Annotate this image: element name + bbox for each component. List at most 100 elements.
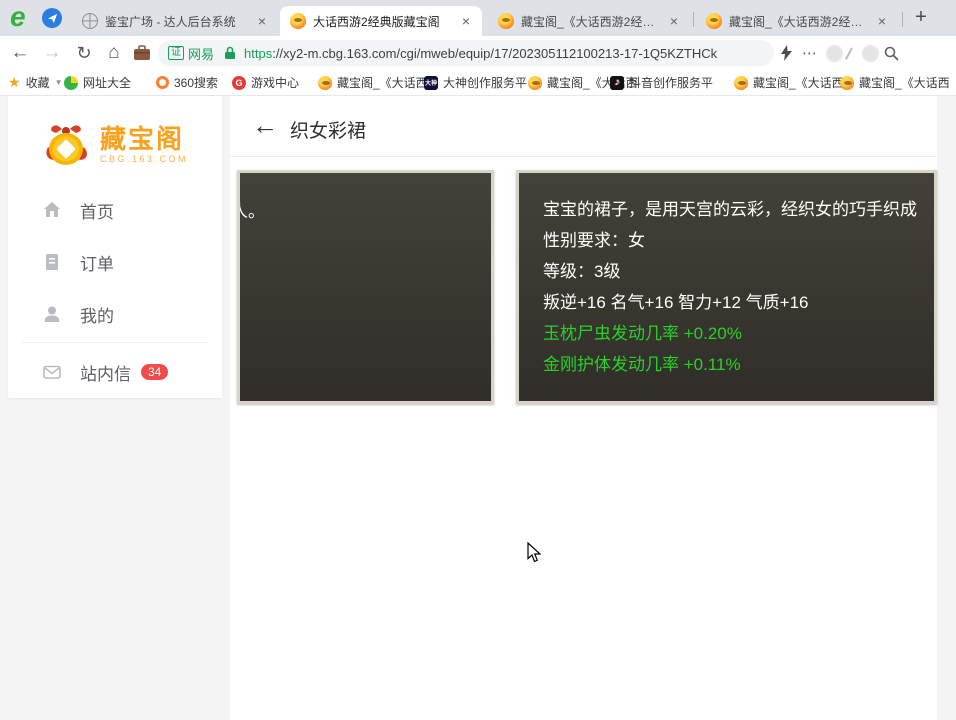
cbg-logo[interactable]: 藏宝阁 CBG.163.COM <box>8 112 222 178</box>
more-menu-button[interactable]: ⋯ <box>802 36 817 70</box>
bookmark-label: 网址大全 <box>83 76 132 90</box>
briefcase-glyph <box>134 45 150 60</box>
bookmark-label: 游戏中心 <box>251 76 300 90</box>
edit-icon[interactable] <box>845 36 853 70</box>
item-stats: 叛逆+16 名气+16 智力+12 气质+16 <box>543 293 809 312</box>
bookmark-item[interactable]: 网址大全 <box>64 70 131 95</box>
tab-title: 藏宝阁_《大话西游2经典版》 <box>729 14 868 29</box>
magnifier-glyph <box>884 46 899 61</box>
briefcase-icon[interactable] <box>130 36 154 70</box>
monkey-favicon <box>734 75 748 90</box>
bookmark-label: 360搜索 <box>174 76 219 90</box>
monkey-favicon <box>290 13 306 29</box>
tab-title: 藏宝阁_《大话西游2经典版》 <box>521 14 660 29</box>
extension-icon[interactable] <box>826 36 843 70</box>
sidebar-item-label: 订单 <box>80 254 114 274</box>
item-skill-proc-1: 玉枕尸虫发动几率 +0.20% <box>543 324 742 343</box>
sidebar-item-orders[interactable]: 订单 <box>8 244 222 280</box>
back-button[interactable]: ← <box>8 36 32 70</box>
url-field[interactable]: 证 网易 https://xy2-m.cbg.163.com/cgi/mweb/… <box>158 40 774 66</box>
tab-bar: e 鉴宝广场 - 达人后台系统 × 大话西游2经典版藏宝阁 × 藏宝阁_《大话西… <box>0 0 956 36</box>
tab-separator <box>693 12 694 27</box>
search-ring-icon <box>156 76 169 89</box>
lock-icon <box>225 46 236 59</box>
bookmark-item[interactable]: 藏宝阁_《大话西 <box>840 70 950 95</box>
close-icon[interactable]: × <box>458 13 474 29</box>
sidebar: 藏宝阁 CBG.163.COM 首页 订单 我的 站内信 34 <box>8 96 222 398</box>
browser-logo-icon[interactable]: e <box>10 1 26 33</box>
tab-dhxy2-cbg-active[interactable]: 大话西游2经典版藏宝阁 × <box>280 6 482 36</box>
close-icon[interactable]: × <box>666 13 682 29</box>
search-icon[interactable] <box>884 36 899 70</box>
sidebar-item-home[interactable]: 首页 <box>8 192 222 228</box>
bookmark-item[interactable]: 藏宝阁_《大话西 <box>734 70 844 95</box>
nav-site-icon <box>64 75 78 90</box>
url-scheme: https <box>244 45 273 61</box>
monkey-favicon <box>840 75 854 90</box>
browser-window: e 鉴宝广场 - 达人后台系统 × 大话西游2经典版藏宝阁 × 藏宝阁_《大话西… <box>0 0 956 720</box>
address-bar: ← → ↻ ⌂ 证 网易 https://xy2-m.cbg.163.com/c… <box>0 36 956 98</box>
main-panel: ← 织女彩裙 人。 宝宝的裙子，是用天宫的云彩，经织女的巧手织成 性别要求：女 … <box>230 96 937 720</box>
back-arrow-icon[interactable]: ← <box>252 110 278 140</box>
bookmarks-bar: ★ 收藏 ▼ 网址大全 360搜索 G 游戏中心 藏宝阁_《大话西 大神 大神创… <box>0 70 956 96</box>
tab-appraisal-plaza[interactable]: 鉴宝广场 - 达人后台系统 × <box>72 6 278 36</box>
mouse-cursor <box>527 542 541 563</box>
item-gender-req: 性别要求：女 <box>543 231 645 250</box>
bookmark-item[interactable]: 360搜索 <box>156 70 218 95</box>
globe-icon <box>82 13 98 29</box>
logo-subtitle: CBG.163.COM <box>99 154 189 164</box>
chevron-down-icon: ▼ <box>54 78 63 87</box>
item-skill-proc-2: 金刚护体发动几率 +0.11% <box>543 355 741 374</box>
new-tab-button[interactable]: + <box>908 5 934 31</box>
close-icon[interactable]: × <box>874 13 890 29</box>
user-icon <box>44 306 60 322</box>
url-text: https://xy2-m.cbg.163.com/cgi/mweb/equip… <box>244 46 717 61</box>
lightning-glyph <box>781 45 792 61</box>
tab-title: 鉴宝广场 - 达人后台系统 <box>105 14 236 29</box>
sidebar-item-label: 站内信 <box>80 364 131 384</box>
home-icon <box>44 202 60 217</box>
sidebar-item-label: 首页 <box>80 202 114 222</box>
order-icon <box>46 254 58 270</box>
forward-button[interactable]: → <box>40 36 64 70</box>
sidebar-item-messages[interactable]: 站内信 34 <box>8 354 222 390</box>
bookmark-label: 大神创作服务平 <box>443 76 528 90</box>
bookmark-label: 抖音创作服务平 <box>629 76 714 90</box>
tab-separator <box>902 12 903 27</box>
star-icon: ★ <box>8 74 21 90</box>
sidebar-item-label: 我的 <box>80 306 114 326</box>
monkey-favicon <box>318 75 332 90</box>
douyin-icon: ♪ <box>610 75 624 90</box>
bookmark-item[interactable]: 大神 大神创作服务平 <box>424 70 527 95</box>
bookmark-label: 藏宝阁_《大话西 <box>859 76 950 90</box>
close-icon[interactable]: × <box>254 13 270 29</box>
tab-cbg-4[interactable]: 藏宝阁_《大话西游2经典版》 × <box>696 6 898 36</box>
tab-title: 大话西游2经典版藏宝阁 <box>313 14 440 29</box>
logo-text: 藏宝阁 CBG.163.COM <box>100 126 188 164</box>
monkey-favicon <box>528 75 542 90</box>
bookmark-item[interactable]: G 游戏中心 <box>232 70 299 95</box>
bookmark-favorites[interactable]: ★ 收藏 ▼ <box>8 70 63 95</box>
logo-title: 藏宝阁 <box>99 124 184 154</box>
paper-plane-icon <box>47 13 57 23</box>
ghost-circle-icon <box>826 44 843 62</box>
bookmark-item[interactable]: 藏宝阁_《大话西 <box>318 70 428 95</box>
bookmark-item[interactable]: ♪ 抖音创作服务平 <box>610 70 713 95</box>
extension-icon[interactable] <box>862 36 879 70</box>
page-header: ← 织女彩裙 <box>230 96 937 157</box>
cbg-logo-icon <box>46 125 87 165</box>
item-card-current[interactable]: 宝宝的裙子，是用天宫的云彩，经织女的巧手织成 性别要求：女 等级：3级 叛逆+1… <box>516 170 937 404</box>
item-level: 等级：3级 <box>543 262 621 281</box>
item-card-previous[interactable]: 人。 <box>237 170 494 404</box>
page-title: 织女彩裙 <box>290 121 367 142</box>
unread-count-badge: 34 <box>141 364 169 380</box>
item-description: 宝宝的裙子，是用天宫的云彩，经织女的巧手织成 <box>543 200 917 219</box>
home-button[interactable]: ⌂ <box>102 36 126 70</box>
bolt-icon[interactable] <box>780 36 793 70</box>
monkey-favicon <box>498 13 514 29</box>
share-button[interactable] <box>42 8 62 28</box>
reload-button[interactable]: ↻ <box>72 36 96 70</box>
sidebar-item-mine[interactable]: 我的 <box>8 296 222 332</box>
tab-cbg-3[interactable]: 藏宝阁_《大话西游2经典版》 × <box>488 6 690 36</box>
game-center-icon: G <box>232 75 246 90</box>
